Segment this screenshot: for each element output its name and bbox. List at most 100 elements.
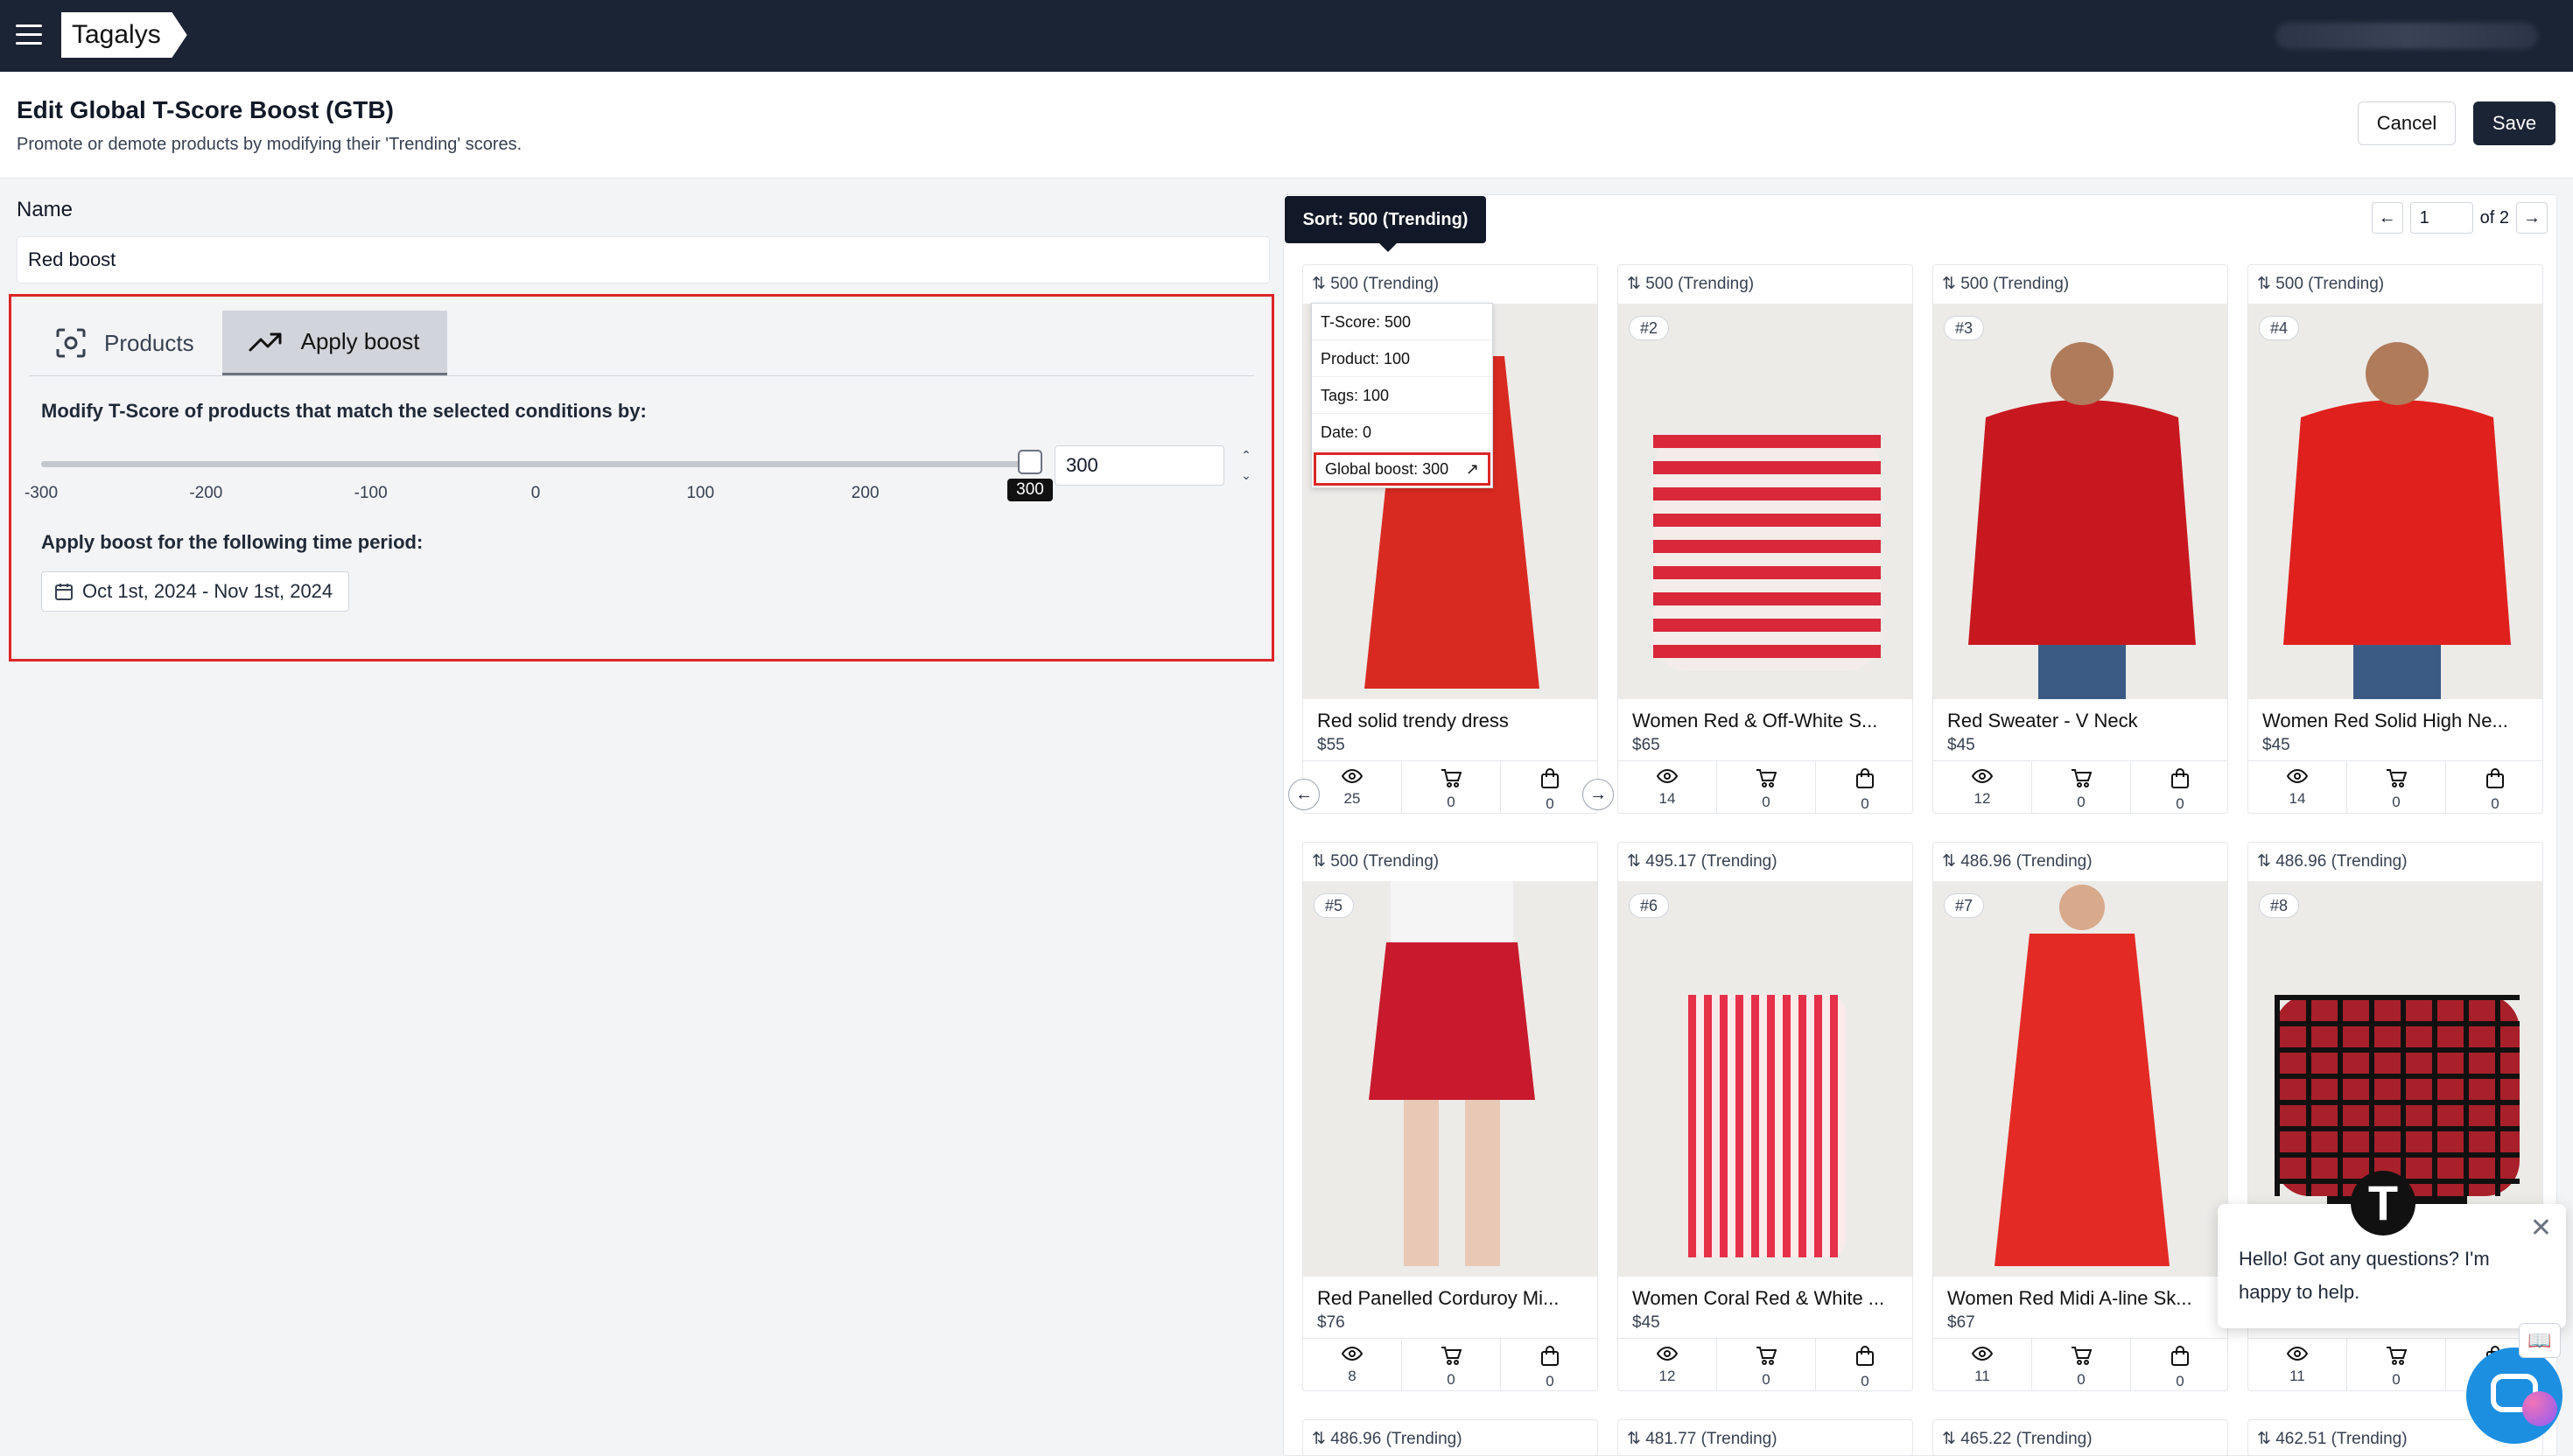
breakdown-global-boost[interactable]: Global boost: 300 ↗ xyxy=(1314,452,1490,486)
product-image[interactable] xyxy=(1933,304,2228,699)
views-count: 14 xyxy=(2289,790,2306,807)
carts-count: 0 xyxy=(2077,1371,2086,1388)
views-stat: 8 xyxy=(1303,1339,1402,1390)
product-image[interactable] xyxy=(1618,304,1913,699)
product-price: $45 xyxy=(2262,736,2290,754)
product-price: $76 xyxy=(1317,1313,1345,1332)
product-card[interactable]: ⇅ 481.77 (Trending) xyxy=(1617,1419,1913,1456)
save-button[interactable]: Save xyxy=(2473,102,2555,145)
chevron-up-icon[interactable]: ⌃ xyxy=(1233,445,1259,466)
product-name[interactable]: Women Red Midi A-line Sk... xyxy=(1947,1287,2219,1310)
carousel-next-button[interactable]: → xyxy=(1582,779,1614,810)
bag-icon xyxy=(2171,768,2189,788)
user-account-menu[interactable] xyxy=(2275,23,2538,49)
product-image-wrap[interactable]: #6 xyxy=(1618,881,1913,1277)
prev-page-button[interactable]: ← xyxy=(2371,202,2403,234)
product-name[interactable]: Women Coral Red & White ... xyxy=(1632,1287,1903,1310)
close-icon[interactable]: ✕ xyxy=(2530,1213,2552,1243)
rank-badge: #7 xyxy=(1944,893,1985,918)
carts-stat: 0 xyxy=(2032,761,2131,813)
eye-icon xyxy=(1656,768,1679,784)
product-image[interactable] xyxy=(1618,881,1913,1277)
product-card[interactable]: ⇅ 500 (Trending) #2 Women Red & Off-White … xyxy=(1617,264,1913,814)
product-score-value: 500 (Trending) xyxy=(1330,852,1440,871)
eye-icon xyxy=(1656,1346,1679,1362)
tabs-divider xyxy=(29,375,1254,376)
page-title: Edit Global T-Score Boost (GTB) xyxy=(17,96,394,123)
product-score-value: 465.22 (Trending) xyxy=(1960,1430,2093,1448)
tab-products[interactable]: Products xyxy=(29,311,222,375)
product-score-value: 500 (Trending) xyxy=(1330,275,1440,293)
product-name[interactable]: Red solid trendy dress xyxy=(1317,710,1588,732)
cart-icon xyxy=(1756,1347,1777,1365)
product-image-wrap[interactable]: #5 xyxy=(1303,881,1598,1277)
cart-icon xyxy=(2072,769,2093,788)
sort-icon: ⇅ xyxy=(1312,1430,1326,1448)
product-stats: 12 0 0 xyxy=(1618,1338,1912,1390)
product-name[interactable]: Red Panelled Corduroy Mi... xyxy=(1317,1287,1588,1310)
product-image-wrap[interactable]: #3 xyxy=(1933,304,2228,699)
cancel-button[interactable]: Cancel xyxy=(2358,102,2456,145)
carts-count: 0 xyxy=(1762,1371,1770,1388)
carousel-prev-button[interactable]: ← xyxy=(1288,779,1320,810)
sort-icon: ⇅ xyxy=(1942,1430,1956,1448)
product-card[interactable]: ⇅ 465.22 (Trending) xyxy=(1932,1419,2228,1456)
boost-slider-thumb[interactable] xyxy=(1018,450,1042,474)
product-score: ⇅ 500 (Trending) xyxy=(1942,274,2069,294)
product-card[interactable]: ⇅ 500 (Trending) #5 Red Panelled Corduroy … xyxy=(1302,842,1598,1391)
eye-icon xyxy=(1341,1346,1364,1362)
sort-icon: ⇅ xyxy=(2257,275,2271,293)
boost-slider-track[interactable] xyxy=(41,461,1030,467)
product-image[interactable] xyxy=(2248,304,2543,699)
sort-icon: ⇅ xyxy=(2257,852,2271,871)
rank-badge: #6 xyxy=(1629,893,1670,918)
product-card[interactable]: ⇅ 495.17 (Trending) #6 Women Coral Red & W… xyxy=(1617,842,1913,1391)
product-score: ⇅ 465.22 (Trending) xyxy=(1942,1429,2093,1449)
product-image[interactable] xyxy=(1303,881,1598,1277)
product-image-wrap[interactable]: #4 xyxy=(2248,304,2543,699)
apply-boost-panel: Products Apply boost Modify T-Score of p… xyxy=(9,294,1274,662)
product-score-value: 486.96 (Trending) xyxy=(1330,1430,1462,1448)
product-score: ⇅ 495.17 (Trending) xyxy=(1627,851,1777,872)
boost-value-stepper[interactable]: ⌃ ⌄ xyxy=(1233,445,1259,486)
product-image-wrap[interactable]: #7 xyxy=(1933,881,2228,1277)
orders-count: 0 xyxy=(2176,1373,2184,1390)
logo[interactable]: Tagalys xyxy=(61,12,187,58)
sort-icon: ⇅ xyxy=(1627,275,1641,293)
sort-icon: ⇅ xyxy=(1942,275,1956,293)
tab-apply-boost[interactable]: Apply boost xyxy=(221,311,448,375)
product-card[interactable]: ⇅ 500 (Trending) #3 Red Sweater - V Neck $4… xyxy=(1932,264,2228,814)
rank-badge: #2 xyxy=(1629,316,1670,340)
sort-icon: ⇅ xyxy=(2257,1430,2271,1448)
product-card[interactable]: ⇅ 500 (Trending) #4 Women Red Solid High N… xyxy=(2247,264,2543,814)
chat-avatar: T xyxy=(2351,1171,2415,1236)
product-name[interactable]: Women Red & Off-White S... xyxy=(1632,710,1903,732)
product-name[interactable]: Women Red Solid High Ne... xyxy=(2262,710,2534,732)
breakdown-date: Date: 0 xyxy=(1312,414,1492,451)
product-score-value: 500 (Trending) xyxy=(1645,275,1755,293)
carts-count: 0 xyxy=(1447,1371,1455,1388)
sort-icon: ⇅ xyxy=(1312,275,1326,293)
chevron-down-icon[interactable]: ⌄ xyxy=(1233,466,1259,486)
product-name[interactable]: Red Sweater - V Neck xyxy=(1947,710,2219,732)
product-score: ⇅ 486.96 (Trending) xyxy=(1942,851,2093,872)
product-image[interactable] xyxy=(1933,881,2228,1277)
views-count: 11 xyxy=(2289,1368,2305,1384)
book-icon[interactable]: 📖 xyxy=(2519,1323,2561,1358)
orders-count: 0 xyxy=(1861,1373,1869,1390)
orders-stat: 0 xyxy=(1816,1339,1912,1390)
arrow-left-icon: ← xyxy=(1295,785,1313,804)
menu-icon[interactable] xyxy=(16,24,42,46)
views-stat: 14 xyxy=(2248,761,2347,813)
product-card[interactable]: ⇅ 486.96 (Trending) #7 Women Red Midi A-li… xyxy=(1932,842,2228,1391)
name-input[interactable]: Red boost xyxy=(17,236,1270,284)
next-page-button[interactable]: → xyxy=(2516,202,2548,234)
page-input[interactable]: 1 xyxy=(2409,202,2473,234)
boost-value-input[interactable]: 300 xyxy=(1055,445,1224,486)
product-image-wrap[interactable]: #2 xyxy=(1618,304,1913,699)
product-price: $65 xyxy=(1632,736,1660,754)
product-card[interactable]: ⇅ 486.96 (Trending) xyxy=(1302,1419,1598,1456)
date-range-picker[interactable]: Oct 1st, 2024 - Nov 1st, 2024 xyxy=(41,571,350,612)
ai-assistant-icon[interactable] xyxy=(2522,1391,2557,1426)
views-stat: 12 xyxy=(1618,1339,1717,1390)
